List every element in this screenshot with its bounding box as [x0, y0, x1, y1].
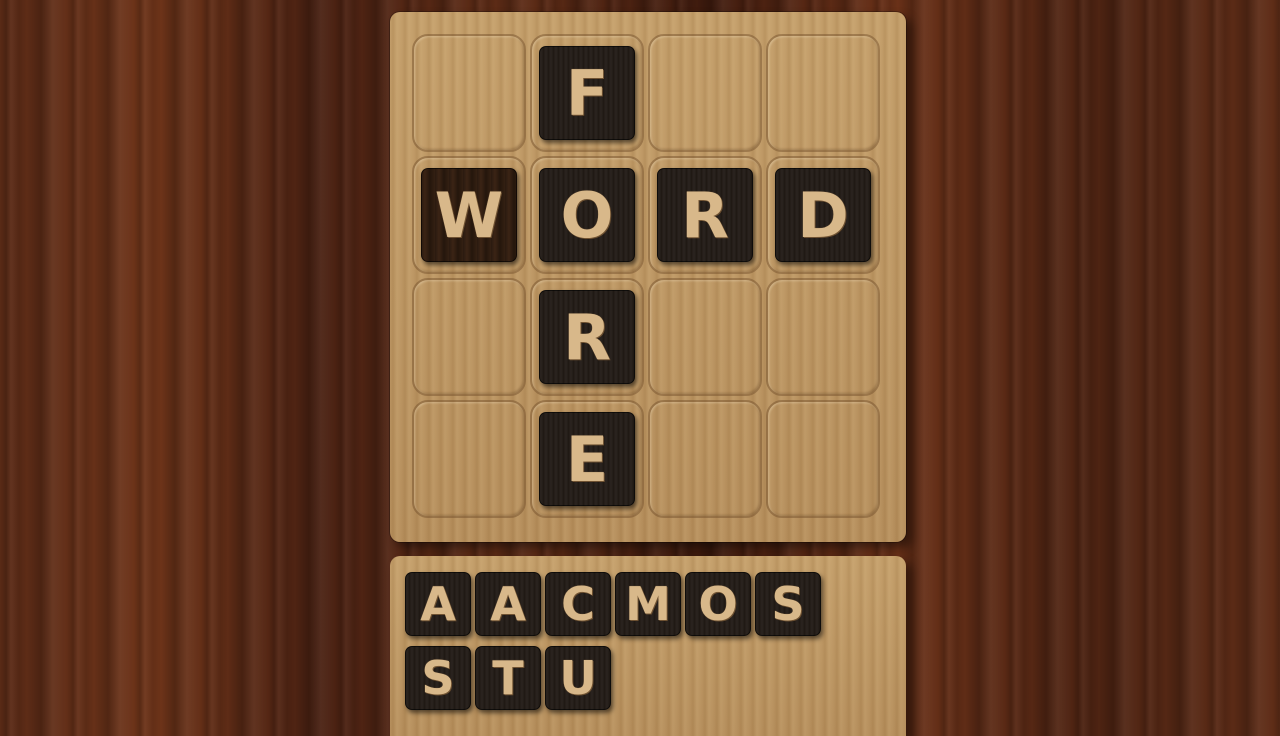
tray-letter-tile[interactable]: O: [685, 572, 751, 636]
tray-letter-tile[interactable]: T: [475, 646, 541, 710]
tray-letter-tile[interactable]: A: [475, 572, 541, 636]
tray-letter-tile[interactable]: C: [545, 572, 611, 636]
tray-letter-tile[interactable]: S: [755, 572, 821, 636]
tray-letter-tile[interactable]: A: [405, 572, 471, 636]
board-cell[interactable]: [766, 34, 880, 152]
game-board: FWORDRE: [390, 12, 906, 542]
tray-letter-tile[interactable]: U: [545, 646, 611, 710]
tray-letter-tile[interactable]: M: [615, 572, 681, 636]
placed-letter-tile[interactable]: R: [539, 290, 635, 384]
board-cell[interactable]: [766, 400, 880, 518]
board-cell[interactable]: [648, 278, 762, 396]
board-cell[interactable]: [412, 278, 526, 396]
letter-tray: AACMOSSTU: [390, 556, 906, 736]
placed-letter-tile[interactable]: R: [657, 168, 753, 262]
board-cell[interactable]: [412, 400, 526, 518]
placed-letter-tile[interactable]: W: [421, 168, 517, 262]
placed-letter-tile[interactable]: D: [775, 168, 871, 262]
board-cell[interactable]: [766, 278, 880, 396]
placed-letter-tile[interactable]: F: [539, 46, 635, 140]
board-cell[interactable]: [648, 34, 762, 152]
board-cell[interactable]: [412, 34, 526, 152]
tray-letter-tile[interactable]: S: [405, 646, 471, 710]
placed-letter-tile[interactable]: O: [539, 168, 635, 262]
placed-letter-tile[interactable]: E: [539, 412, 635, 506]
board-cell[interactable]: [648, 400, 762, 518]
